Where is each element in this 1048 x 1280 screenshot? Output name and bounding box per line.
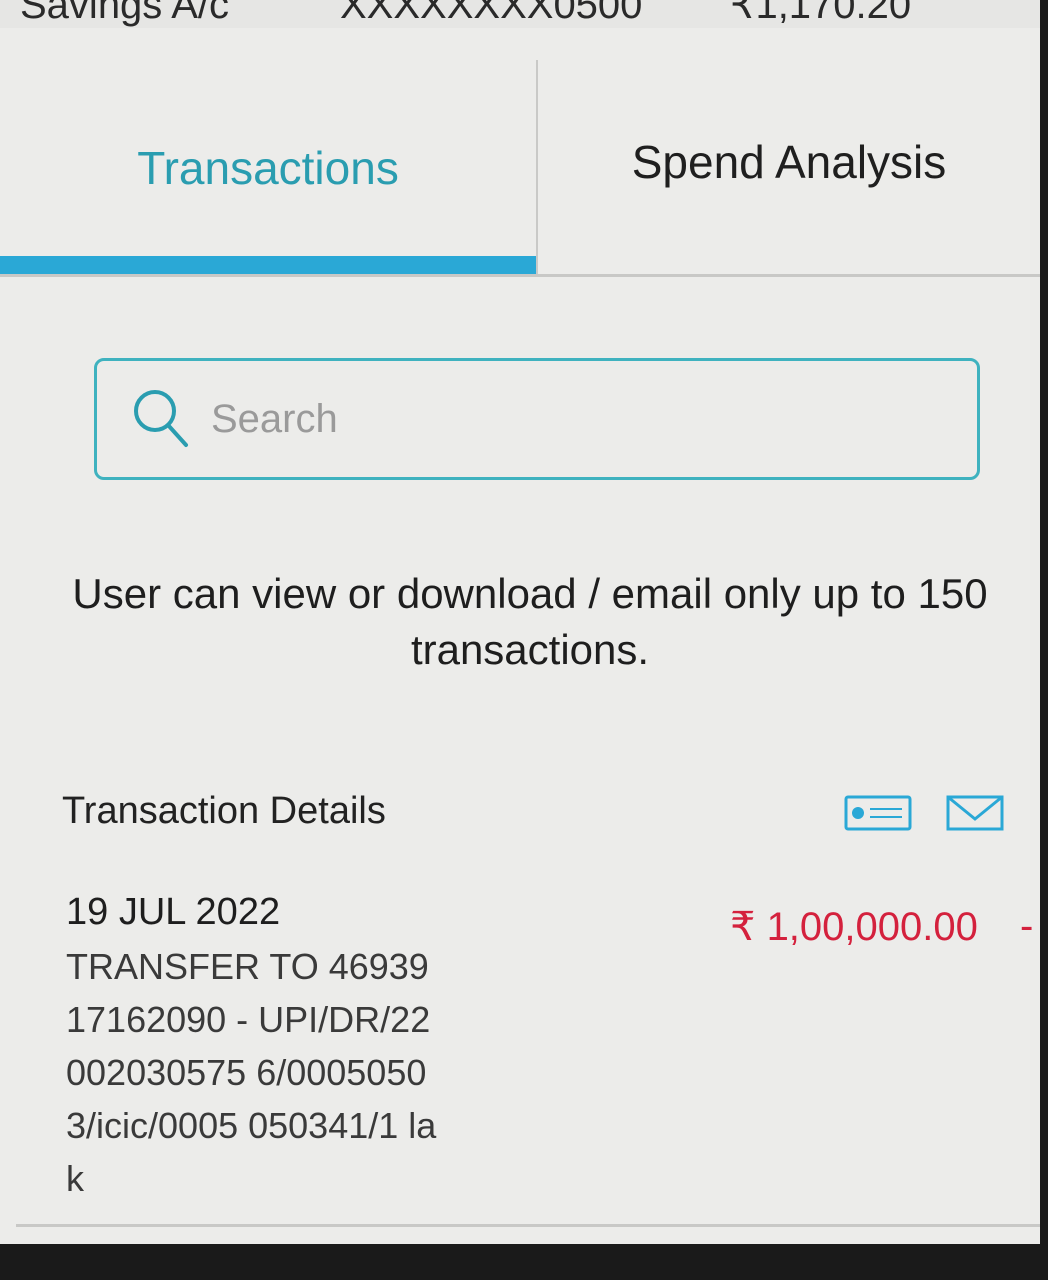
tab-spend-analysis[interactable]: Spend Analysis bbox=[536, 60, 1040, 276]
tab-transactions-label: Transactions bbox=[137, 142, 399, 194]
tab-bar: Transactions Spend Analysis bbox=[0, 60, 1040, 276]
search-icon bbox=[134, 390, 188, 447]
transaction-details-title: Transaction Details bbox=[62, 790, 386, 832]
transaction-description: TRANSFER TO 4693917162090 - UPI/DR/22002… bbox=[66, 946, 437, 1199]
tabs-divider bbox=[0, 274, 1040, 277]
list-divider bbox=[16, 1224, 1040, 1227]
download-icon[interactable] bbox=[844, 795, 912, 831]
account-name: Savings A/c bbox=[20, 0, 230, 27]
transaction-debit-sign: - bbox=[1020, 904, 1034, 948]
search-input[interactable] bbox=[209, 395, 913, 443]
app-screen: Savings A/c XXXXXXXX0500 ₹1,170.20 Trans… bbox=[0, 0, 1040, 1244]
transaction-limit-notice: User can view or download / email only u… bbox=[72, 570, 988, 673]
tab-spend-analysis-label: Spend Analysis bbox=[631, 136, 947, 188]
account-summary: Savings A/c XXXXXXXX0500 ₹1,170.20 bbox=[0, 0, 1040, 28]
transaction-amount: ₹ 1,00,000.00 bbox=[730, 905, 978, 949]
account-balance: ₹1,170.20 bbox=[730, 0, 912, 27]
active-tab-indicator bbox=[0, 256, 536, 276]
transaction-item[interactable]: 19 JUL 2022 TRANSFER TO 4693917162090 - … bbox=[66, 888, 1033, 1205]
search-box[interactable] bbox=[94, 358, 980, 480]
tab-transactions[interactable]: Transactions bbox=[0, 60, 536, 276]
email-icon[interactable] bbox=[946, 795, 1004, 831]
account-number: XXXXXXXX0500 bbox=[340, 0, 643, 27]
